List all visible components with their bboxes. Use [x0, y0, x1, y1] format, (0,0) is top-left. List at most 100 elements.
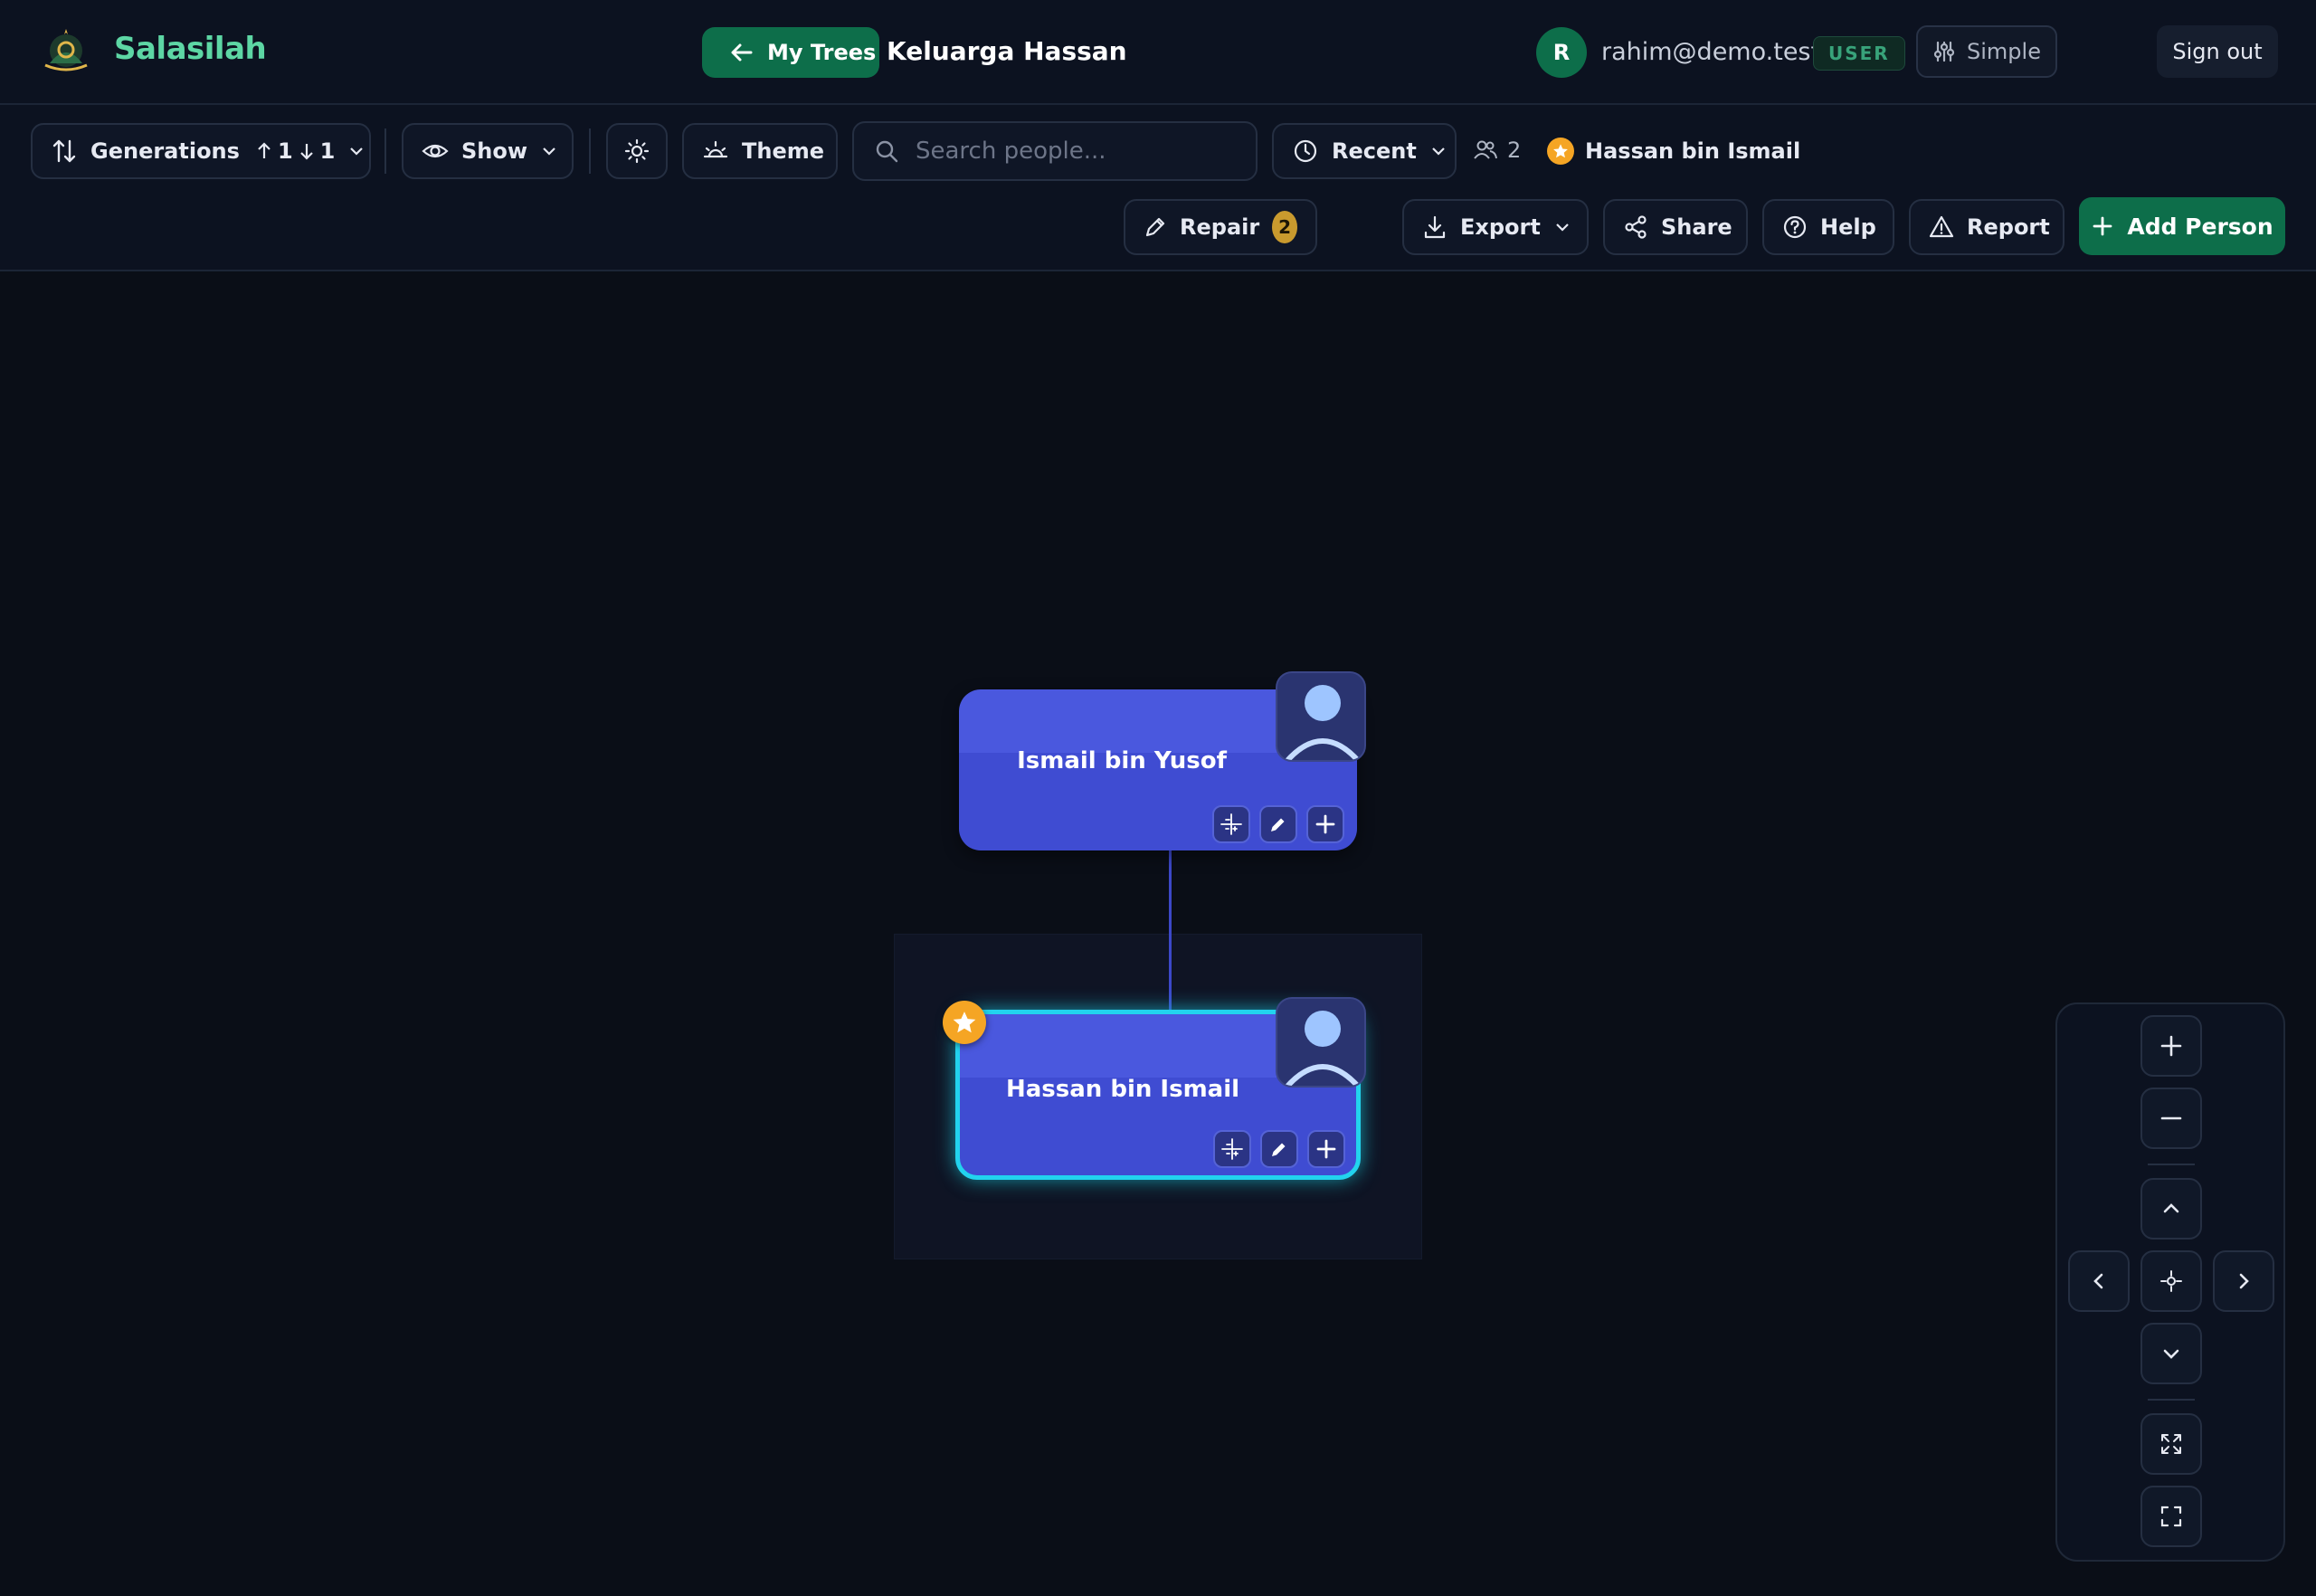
sliders-icon: [1933, 41, 1955, 62]
fullscreen-button[interactable]: [2140, 1486, 2202, 1547]
people-count-value: 2: [1507, 138, 1522, 163]
crosshair-icon: [2160, 1270, 2182, 1292]
help-button[interactable]: Help: [1762, 199, 1894, 255]
plus-icon: [2160, 1035, 2182, 1057]
add-person-button[interactable]: Add Person: [2079, 197, 2285, 255]
chevron-down-icon: [1556, 223, 1569, 232]
pan-up-button[interactable]: [2140, 1178, 2202, 1240]
arrow-down-icon: [299, 144, 313, 160]
generations-up-count: 1: [277, 138, 293, 164]
focus-person-indicator[interactable]: Hassan bin Ismail: [1547, 138, 1800, 165]
zoom-out-button[interactable]: [2140, 1088, 2202, 1149]
chevron-up-icon: [2163, 1203, 2179, 1213]
tree-title: Keluarga Hassan: [887, 36, 1127, 66]
focus-star-icon: [943, 1001, 986, 1044]
theme-button[interactable]: Theme: [682, 123, 838, 179]
node-actions: [1212, 805, 1344, 843]
nav-divider: [2148, 1399, 2195, 1401]
export-dropdown[interactable]: Export: [1402, 199, 1589, 255]
toolbar-divider: [384, 128, 386, 174]
plus-icon: [2093, 216, 2112, 236]
edit-person-button[interactable]: [1259, 805, 1297, 843]
chevron-down-icon: [543, 147, 555, 156]
my-trees-button[interactable]: My Trees: [702, 27, 879, 78]
share-icon: [1625, 215, 1647, 239]
report-label: Report: [1967, 214, 2050, 240]
chevron-down-icon: [2163, 1349, 2179, 1359]
add-relative-button[interactable]: [1306, 805, 1344, 843]
chevron-down-icon: [350, 147, 364, 156]
brand-name: Salasilah: [114, 31, 267, 67]
person-name: Ismail bin Yusof: [1017, 747, 1227, 774]
generations-down-count: 1: [319, 138, 336, 164]
person-name: Hassan bin Ismail: [1005, 1076, 1240, 1103]
show-label: Show: [461, 138, 528, 164]
user-avatar[interactable]: R: [1536, 27, 1587, 78]
person-photo-placeholder[interactable]: [1276, 997, 1366, 1088]
fit-to-screen-button[interactable]: [2140, 1413, 2202, 1475]
parent-child-connector: [1169, 850, 1172, 1012]
mode-toggle-button[interactable]: Simple: [1916, 25, 2057, 78]
my-trees-label: My Trees: [767, 40, 877, 65]
sign-out-button[interactable]: Sign out: [2157, 25, 2278, 78]
people-count: 2: [1473, 138, 1521, 163]
node-actions: [1213, 1130, 1345, 1168]
people-search[interactable]: [852, 121, 1258, 181]
search-input[interactable]: [914, 137, 1239, 166]
eye-icon: [422, 144, 449, 158]
user-email: rahim@demo.test: [1601, 38, 1821, 66]
edit-person-button[interactable]: [1260, 1130, 1298, 1168]
repair-button[interactable]: Repair 2: [1124, 199, 1317, 255]
relationship-button[interactable]: [1212, 805, 1250, 843]
salasilah-logo-icon: [44, 29, 88, 71]
download-icon: [1424, 215, 1446, 239]
minus-icon: [2160, 1116, 2182, 1120]
user-role-badge: USER: [1813, 36, 1905, 71]
light-mode-button[interactable]: [606, 123, 668, 179]
sunrise-icon: [703, 140, 728, 158]
user-silhouette-icon: [1284, 1011, 1362, 1086]
pencil-icon: [1272, 1143, 1286, 1156]
search-icon: [876, 140, 898, 163]
sun-icon: [624, 138, 650, 164]
pan-down-button[interactable]: [2140, 1323, 2202, 1384]
users-icon: [1474, 140, 1497, 159]
generations-dropdown[interactable]: Generations 1 1: [31, 123, 371, 179]
show-dropdown[interactable]: Show: [402, 123, 574, 179]
canvas-navigation-panel: [2055, 1002, 2285, 1562]
recent-dropdown[interactable]: Recent: [1272, 123, 1457, 179]
pencil-icon: [1271, 818, 1285, 831]
chevron-left-icon: [2093, 1273, 2103, 1289]
pan-right-button[interactable]: [2213, 1250, 2274, 1312]
star-icon: [1547, 138, 1574, 165]
recent-label: Recent: [1332, 138, 1417, 164]
add-person-label: Add Person: [2127, 213, 2273, 240]
center-view-button[interactable]: [2140, 1250, 2202, 1312]
expand-arrows-icon: [2161, 1434, 2181, 1454]
relationship-icon: [1220, 813, 1242, 835]
clock-icon: [1294, 139, 1317, 163]
add-relative-button[interactable]: [1307, 1130, 1345, 1168]
export-label: Export: [1460, 214, 1541, 240]
user-silhouette-icon: [1284, 685, 1362, 760]
repair-label: Repair: [1180, 214, 1260, 240]
pencil-icon: [1145, 217, 1165, 237]
relationship-button[interactable]: [1213, 1130, 1251, 1168]
arrow-left-icon: [731, 43, 753, 62]
theme-label: Theme: [742, 138, 825, 164]
warning-triangle-icon: [1929, 215, 1954, 238]
pan-left-button[interactable]: [2068, 1250, 2130, 1312]
mode-label: Simple: [1967, 39, 2041, 64]
toolbar-divider: [589, 128, 591, 174]
plus-icon: [1316, 1139, 1336, 1159]
chevron-down-icon: [1432, 147, 1445, 156]
person-photo-placeholder[interactable]: [1276, 671, 1366, 762]
nav-divider: [2148, 1164, 2195, 1165]
zoom-in-button[interactable]: [2140, 1015, 2202, 1077]
share-button[interactable]: Share: [1603, 199, 1748, 255]
focus-person-name: Hassan bin Ismail: [1585, 138, 1801, 164]
share-label: Share: [1661, 214, 1732, 240]
report-button[interactable]: Report: [1909, 199, 2064, 255]
fullscreen-icon: [2160, 1506, 2182, 1527]
chevron-right-icon: [2239, 1273, 2249, 1289]
